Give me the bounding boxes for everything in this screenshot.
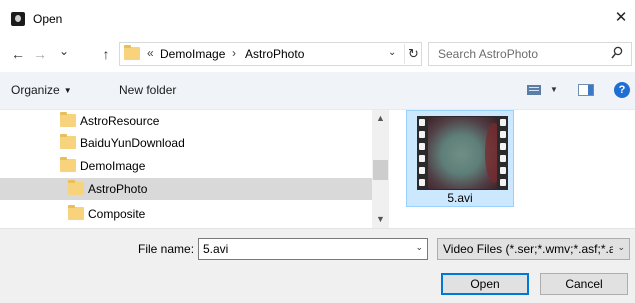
tree-item-label: BaiduYunDownload	[80, 136, 185, 150]
change-view-icon[interactable]	[527, 85, 541, 95]
up-button[interactable]: ↑	[98, 46, 114, 62]
refresh-button[interactable]: ↻	[404, 44, 422, 64]
breadcrumb-separator: ›	[232, 46, 236, 60]
bottom-panel: File name: ⌄ Video Files (*.ser;*.wmv;*.…	[0, 228, 635, 303]
help-icon[interactable]: ?	[614, 82, 630, 98]
address-dropdown-button[interactable]: ⌄	[388, 47, 396, 58]
app-icon	[11, 12, 25, 26]
navigation-scrollbar[interactable]: ▲ ▼	[372, 110, 389, 228]
scroll-thumb[interactable]	[373, 160, 388, 180]
recent-locations-button[interactable]: ⌄	[56, 44, 72, 58]
back-button[interactable]: ←	[10, 46, 26, 62]
navigation-bar: ← → ⌄ ↑ « DemoImage › AstroPhoto ⌄ ↻	[0, 38, 635, 72]
breadcrumb-astrophoto[interactable]: AstroPhoto	[245, 47, 304, 61]
tree-item-label: DemoImage	[80, 159, 146, 173]
tree-item-demoimage[interactable]: DemoImage	[0, 155, 372, 177]
video-file-icon	[417, 116, 508, 190]
command-bar: Organize ▼ New folder ▼ ?	[0, 72, 635, 110]
file-name-combobox[interactable]: ⌄	[198, 238, 428, 260]
navigation-pane: AstroResource BaiduYunDownload DemoImage…	[0, 110, 372, 228]
file-name-dropdown-button[interactable]: ⌄	[415, 242, 423, 253]
forward-button[interactable]: →	[32, 46, 48, 62]
file-item[interactable]: 5.avi	[406, 110, 514, 207]
folder-icon	[60, 112, 76, 127]
cancel-button[interactable]: Cancel	[540, 273, 628, 295]
new-folder-button[interactable]: New folder	[119, 83, 176, 97]
address-bar[interactable]: « DemoImage › AstroPhoto ⌄ ↻	[119, 42, 422, 66]
title-bar: Open ✕	[0, 0, 635, 38]
tree-item-astrophoto[interactable]: AstroPhoto	[0, 178, 372, 200]
view-options-caret[interactable]: ▼	[550, 85, 558, 94]
window-title: Open	[33, 12, 63, 26]
breadcrumb-demoimage[interactable]: DemoImage	[160, 47, 225, 61]
tree-item-label: Composite	[88, 207, 146, 221]
organize-label: Organize	[11, 83, 60, 97]
tree-item-composite[interactable]: Composite	[0, 203, 372, 225]
address-overflow-button[interactable]: «	[147, 46, 154, 60]
folder-icon	[124, 45, 140, 60]
file-name-input[interactable]	[203, 241, 403, 257]
file-type-select[interactable]: Video Files (*.ser;*.wmv;*.asf;*.a ⌄	[437, 238, 630, 260]
search-input[interactable]	[438, 46, 598, 62]
close-button[interactable]: ✕	[613, 8, 629, 26]
video-thumbnail	[428, 117, 497, 189]
file-name-label: 5.avi	[447, 191, 473, 205]
folder-icon	[68, 205, 84, 220]
search-box[interactable]	[428, 42, 632, 66]
preview-pane-icon[interactable]	[578, 84, 594, 96]
file-type-value: Video Files (*.ser;*.wmv;*.asf;*.a	[443, 242, 613, 256]
tree-item-astroresource[interactable]: AstroResource	[0, 110, 372, 132]
organize-caret-icon: ▼	[63, 86, 72, 95]
scroll-down-button[interactable]: ▼	[372, 211, 389, 228]
organize-menu[interactable]: Organize ▼	[11, 83, 72, 97]
tree-item-label: AstroResource	[80, 114, 160, 128]
file-name-label: File name:	[138, 242, 195, 256]
file-type-dropdown-icon: ⌄	[617, 242, 625, 252]
tree-item-baiduyundownload[interactable]: BaiduYunDownload	[0, 132, 372, 154]
search-icon[interactable]	[611, 46, 623, 60]
open-button[interactable]: Open	[441, 273, 529, 295]
folder-icon	[60, 157, 76, 172]
folder-icon	[60, 134, 76, 149]
tree-item-label: AstroPhoto	[88, 182, 148, 196]
file-list: 5.avi	[390, 110, 635, 228]
folder-icon	[68, 180, 84, 195]
scroll-up-button[interactable]: ▲	[372, 110, 389, 127]
